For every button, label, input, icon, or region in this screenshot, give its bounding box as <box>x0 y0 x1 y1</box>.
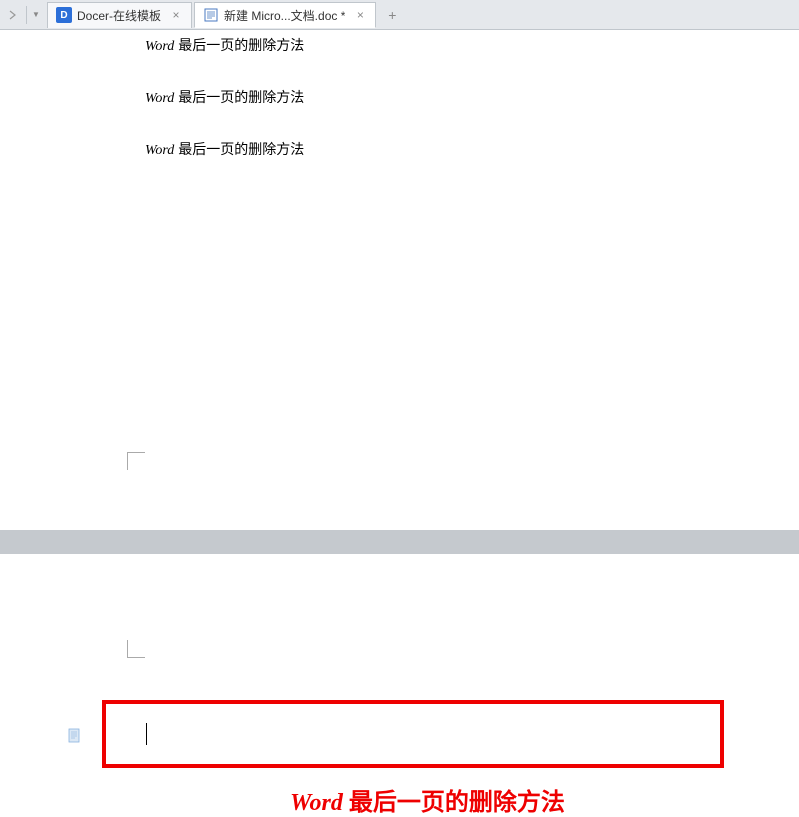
tab-document[interactable]: 新建 Micro...文档.doc * × <box>194 2 376 28</box>
page-margin-marker <box>127 452 145 470</box>
divider <box>26 6 27 24</box>
add-tab-button[interactable]: + <box>382 5 402 25</box>
tab-bar: ▼ D Docer-在线模板 × 新建 Micro...文档.doc * × + <box>0 0 799 30</box>
close-icon[interactable]: × <box>169 8 183 22</box>
word-doc-icon <box>203 7 219 23</box>
nav-dropdown-icon[interactable]: ▼ <box>29 6 43 24</box>
text-cursor <box>146 723 147 745</box>
page-gap <box>0 530 799 554</box>
document-page-2[interactable] <box>0 554 799 809</box>
annotation-highlight-box <box>102 700 724 768</box>
paragraph-icon[interactable] <box>68 728 82 744</box>
document-area: Word 最后一页的删除方法 Word 最后一页的删除方法 Word 最后一页的… <box>0 30 799 809</box>
document-line: Word 最后一页的删除方法 <box>0 87 799 107</box>
close-icon[interactable]: × <box>353 8 367 22</box>
tab-label: Docer-在线模板 <box>77 7 161 24</box>
tab-docer[interactable]: D Docer-在线模板 × <box>47 2 192 28</box>
document-line: Word 最后一页的删除方法 <box>0 35 799 55</box>
nav-forward-icon[interactable] <box>4 6 22 24</box>
document-page-1[interactable]: Word 最后一页的删除方法 Word 最后一页的删除方法 Word 最后一页的… <box>0 30 799 530</box>
tab-label: 新建 Micro...文档.doc * <box>224 7 345 24</box>
page-margin-marker <box>127 640 145 658</box>
document-line: Word 最后一页的删除方法 <box>0 139 799 159</box>
docer-icon: D <box>56 7 72 23</box>
annotation-text: Word 最后一页的删除方法 <box>290 782 565 817</box>
